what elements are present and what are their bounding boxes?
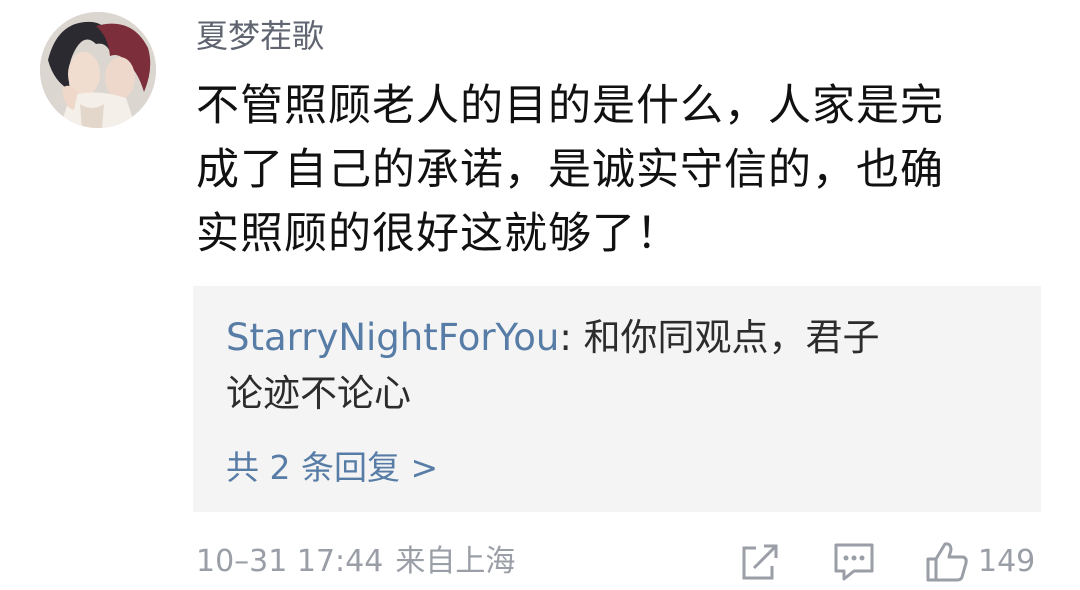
avatar-image — [40, 12, 156, 128]
comment-text: 不管照顾老人的目的是什么，人家是完 成了自己的承诺，是诚实守信的，也确 实照顾的… — [196, 74, 1026, 266]
share-icon — [742, 544, 778, 580]
avatar[interactable] — [40, 12, 156, 128]
reply-content: 和你同观点，君子 — [583, 316, 880, 359]
reply-username[interactable]: StarryNightForYou — [226, 316, 559, 359]
reply-content-line: 论迹不论心 — [226, 372, 411, 415]
comment-location: 来自上海 — [395, 544, 516, 579]
comment-meta: 10–31 17:44 来自上海 — [196, 540, 515, 584]
reply-text: StarryNightForYou: 和你同观点，君子 论迹不论心 — [226, 310, 1016, 422]
reply-separator: : — [559, 316, 584, 359]
comment-button[interactable] — [832, 540, 876, 584]
like-count: 149 — [978, 544, 1036, 579]
comment-username[interactable]: 夏梦茬歌 — [196, 14, 324, 58]
comment-text-line: 不管照顾老人的目的是什么，人家是完 — [196, 81, 944, 131]
view-replies-link[interactable]: 共 2 条回复 > — [226, 446, 438, 490]
like-button[interactable]: 149 — [924, 540, 1035, 584]
comment-text-line: 成了自己的承诺，是诚实守信的，也确 — [196, 145, 944, 195]
reply-line: StarryNightForYou: 和你同观点，君子 — [226, 310, 1016, 366]
reply-box[interactable]: StarryNightForYou: 和你同观点，君子 论迹不论心 共 2 条回… — [193, 286, 1041, 512]
share-button[interactable] — [738, 540, 780, 584]
comment-icon — [834, 543, 874, 581]
comment-text-line: 实照顾的很好这就够了！ — [196, 209, 680, 259]
thumbs-up-icon — [926, 542, 968, 582]
comment-datetime: 10–31 17:44 — [196, 544, 384, 579]
